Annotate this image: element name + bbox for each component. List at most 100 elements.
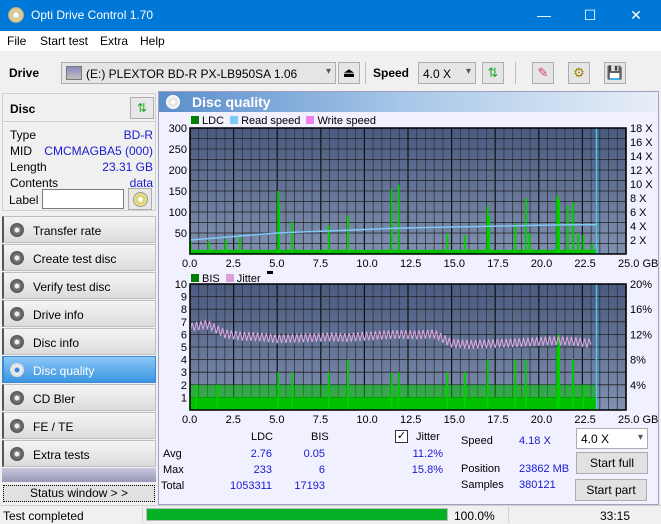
max-jitter: 15.8% [411, 464, 443, 476]
menu-file[interactable]: File [7, 34, 26, 48]
ldc-bar [327, 225, 330, 254]
disc-header: Disc [10, 102, 36, 116]
x-tick-label: 10.0 [356, 258, 377, 270]
start-part-button[interactable]: Start part [575, 479, 647, 501]
bis-bar [582, 384, 585, 410]
y-tick-label: 200 [169, 165, 187, 177]
x-tick-label: 2.5 [226, 258, 241, 270]
nav-item-cd-bler[interactable]: CD Bler [2, 384, 156, 411]
field-key: Length [10, 160, 47, 174]
field-value: BD-R [123, 128, 153, 142]
position-value: 23862 MB [519, 463, 570, 475]
nav-item-transfer-rate[interactable]: Transfer rate [2, 216, 156, 243]
nav-label: CD Bler [33, 392, 76, 406]
menu-extra[interactable]: Extra [100, 34, 128, 48]
ldc-bar [463, 235, 466, 254]
bis-bar [346, 359, 349, 410]
nav-label: Drive info [33, 308, 84, 322]
save-button[interactable]: 💾 [604, 62, 626, 84]
close-button[interactable]: ✕ [613, 0, 659, 31]
nav-item-extra-tests[interactable]: Extra tests [2, 440, 156, 467]
drive-select[interactable]: (E:) PLEXTOR BD-R PX-LB950SA 1.06 ▾ [61, 62, 336, 84]
ldc-bar [514, 223, 517, 254]
y-tick-label: 8 [181, 304, 187, 316]
ldc-bar [278, 203, 281, 254]
refresh-button[interactable]: ⇅ [482, 62, 504, 84]
max-ldc: 233 [253, 464, 272, 476]
disc-icon [133, 192, 148, 207]
y2-tick-label: 16 X [630, 137, 653, 149]
disc-icon [10, 279, 24, 293]
minimize-button[interactable]: — [521, 0, 567, 31]
label-input[interactable] [42, 189, 124, 209]
divider [3, 121, 155, 122]
bis-bar [195, 384, 198, 410]
avg-ldc: 2.76 [250, 448, 272, 460]
jitter-checkbox[interactable]: ✓ [395, 430, 408, 443]
ldc-bar [207, 241, 210, 254]
nav-label: Transfer rate [33, 224, 102, 238]
eject-button[interactable]: ⏏ [338, 62, 360, 84]
speed-select[interactable]: 4.0 X ▾ [418, 62, 476, 84]
ldc-bar [291, 221, 294, 254]
avg-bis: 0.05 [303, 448, 325, 460]
ldc-bar [566, 205, 569, 254]
y2-tick-label: 16% [630, 304, 652, 316]
label-disc-button[interactable] [128, 188, 152, 210]
nav-item-drive-info[interactable]: Drive info [2, 300, 156, 327]
x-tick-label: 17.5 [487, 258, 508, 270]
maximize-button[interactable]: ☐ [567, 0, 613, 31]
x-tick-label: 25.0 GB [618, 258, 658, 270]
start-full-button[interactable]: Start full [576, 452, 648, 474]
total-ldc: 1053311 [229, 480, 272, 492]
nav-label: Disc quality [33, 364, 95, 378]
y-tick-label: 5 [181, 342, 187, 354]
y2-tick-label: 12% [630, 329, 652, 341]
y2-tick-label: 8% [630, 355, 646, 367]
bis-bar [216, 384, 219, 410]
y-tick-label: 50 [175, 228, 187, 240]
test-speed-select[interactable]: 4.0 X ▾ [576, 428, 648, 449]
nav-item-verify-test-disc[interactable]: Verify test disc [2, 272, 156, 299]
progress-percent: 100.0% [454, 509, 495, 523]
speed-stat-value: 4.18 X [519, 435, 551, 447]
col-bis-header: BIS [311, 431, 329, 443]
nav-item-disc-quality[interactable]: Disc quality [2, 356, 156, 383]
x-tick-label: 25.0 GB [618, 414, 658, 426]
menu-help[interactable]: Help [140, 34, 165, 48]
bis-bar [557, 334, 560, 410]
y-tick-label: 150 [169, 186, 187, 198]
window-title: Opti Drive Control 1.70 [31, 8, 154, 22]
disc-refresh-button[interactable]: ⇅ [130, 97, 154, 119]
chevron-down-icon: ▾ [325, 66, 331, 77]
status-window-button[interactable]: Status window > > [3, 485, 155, 502]
bis-bar [524, 359, 527, 410]
menu-start-test[interactable]: Start test [40, 34, 88, 48]
panel-title: Disc quality [192, 94, 271, 110]
ldc-bar [488, 216, 491, 254]
bis-bar [390, 372, 393, 410]
speed-value: 4.0 X [423, 67, 452, 81]
row-total-label: Total [161, 480, 185, 492]
ldc-bar [571, 202, 574, 254]
erase-button[interactable]: ✎ [532, 62, 554, 84]
bis-bar [486, 359, 489, 410]
x-tick-label: 15.0 [444, 258, 465, 270]
legend-marker [266, 271, 273, 274]
disc-icon [10, 307, 24, 321]
ldc-bar [238, 237, 241, 254]
x-tick-label: 22.5 [574, 258, 595, 270]
chevron-down-icon: ▾ [465, 66, 471, 77]
x-tick-label: 2.5 [226, 414, 241, 426]
speed-stat-label: Speed [461, 435, 493, 447]
avg-jitter: 11.2% [412, 448, 443, 460]
divider [142, 507, 143, 523]
disc-icon [10, 419, 24, 433]
settings-button[interactable]: ⚙ [568, 62, 590, 84]
samples-label: Samples [461, 479, 504, 491]
nav-item-fe-te[interactable]: FE / TE [2, 412, 156, 439]
total-bis: 17193 [294, 480, 325, 492]
y2-tick-label: 18 X [630, 123, 653, 135]
nav-item-create-test-disc[interactable]: Create test disc [2, 244, 156, 271]
nav-item-disc-info[interactable]: Disc info [2, 328, 156, 355]
